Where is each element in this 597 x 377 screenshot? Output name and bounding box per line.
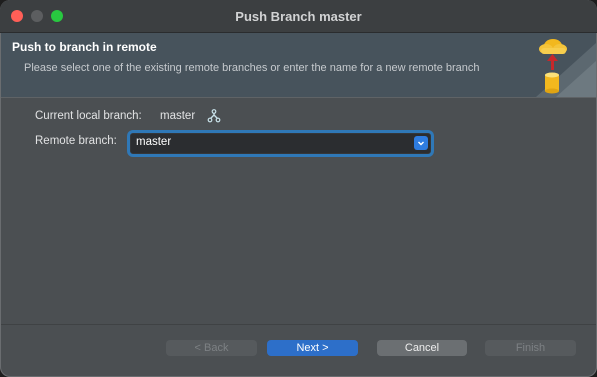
- remote-branch-value[interactable]: master: [136, 136, 171, 148]
- current-branch-row: Current local branch: master: [35, 109, 221, 123]
- branch-icon: [207, 109, 221, 123]
- current-branch-value: master: [160, 110, 196, 122]
- chevron-down-icon: [418, 141, 424, 146]
- cancel-button[interactable]: Cancel: [377, 340, 467, 356]
- footer-divider: [1, 324, 596, 325]
- push-branch-dialog: Push Branch master Push to branch in rem…: [0, 0, 597, 377]
- dropdown-button[interactable]: [414, 136, 428, 150]
- remote-branch-label: Remote branch:: [35, 135, 117, 147]
- banner-description: Please select one of the existing remote…: [24, 62, 480, 74]
- wizard-banner: Push to branch in remote Please select o…: [1, 33, 596, 98]
- finish-button[interactable]: Finish: [485, 340, 576, 356]
- current-branch-label: Current local branch:: [35, 110, 142, 122]
- next-button[interactable]: Next >: [267, 340, 358, 356]
- banner-heading: Push to branch in remote: [12, 40, 157, 54]
- remote-branch-combobox[interactable]: master: [130, 133, 431, 154]
- remote-branch-row: Remote branch:: [35, 135, 117, 147]
- title-bar: Push Branch master: [0, 0, 597, 33]
- back-button[interactable]: < Back: [166, 340, 257, 356]
- window-title: Push Branch master: [235, 9, 362, 24]
- push-to-remote-icon: [536, 39, 596, 97]
